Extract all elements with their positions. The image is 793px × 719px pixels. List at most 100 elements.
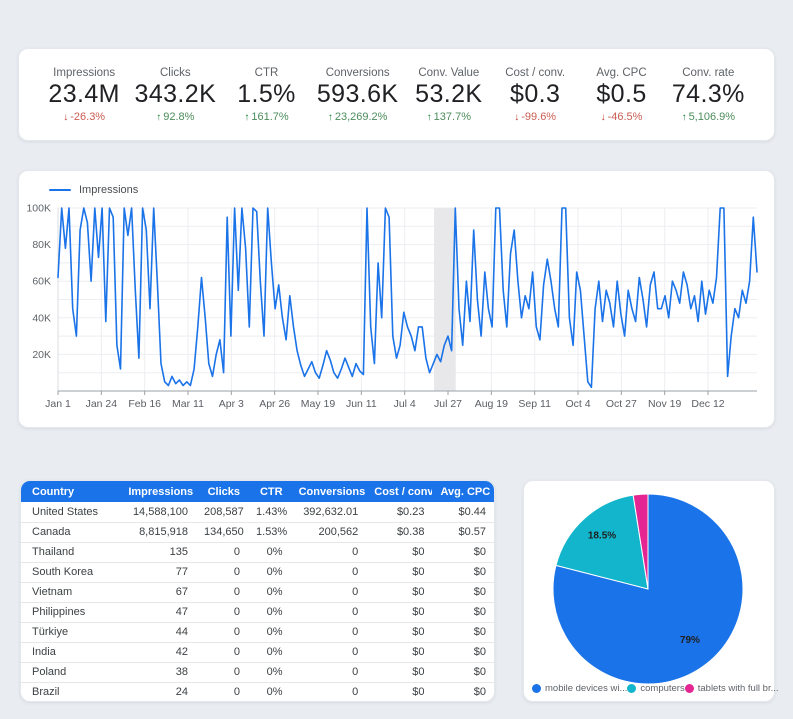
metric-cell: 0% (248, 582, 291, 602)
metric-cell: $0.23 (366, 502, 432, 522)
scorecard-clicks: Clicks343.2K↑92.8% (135, 67, 217, 123)
scorecard-avg-cpc: Avg. CPC$0.5↓-46.5% (586, 67, 658, 123)
metric-cell: $0 (366, 542, 432, 562)
table-row-t-rkiye[interactable]: Türkiye4400%0$0$0 (21, 622, 494, 642)
slice-percent-label: 18.5% (588, 530, 616, 541)
column-header-impressions[interactable]: Impressions▼ (120, 481, 196, 502)
country-cell: Brazil (21, 682, 120, 702)
scorecard-value: 343.2K (135, 80, 217, 109)
y-tick-label: 80K (32, 239, 51, 251)
country-cell: United States (21, 502, 120, 522)
pie-legend-item-mobile-devices-wi[interactable]: mobile devices wi... (532, 683, 627, 694)
metric-cell: 0% (248, 642, 291, 662)
metric-cell: $0 (432, 562, 494, 582)
metric-cell: 14,588,100 (120, 502, 196, 522)
pie-legend-label: computers (640, 683, 684, 694)
scorecard-delta-value: 92.8% (163, 111, 194, 123)
scorecard-impressions: Impressions23.4M↓-26.3% (48, 67, 120, 123)
pie-legend-label: tablets with full br... (698, 683, 779, 694)
table-row-brazil[interactable]: Brazil2400%0$0$0 (21, 682, 494, 702)
impressions-line-chart[interactable]: 20K40K60K80K100KJan 1Jan 24Feb 16Mar 11A… (19, 171, 776, 427)
metric-cell: 0 (196, 642, 248, 662)
scorecard-value: 1.5% (231, 80, 303, 109)
table-row-poland[interactable]: Poland3800%0$0$0 (21, 662, 494, 682)
table-row-vietnam[interactable]: Vietnam6700%0$0$0 (21, 582, 494, 602)
metric-cell: 1.43% (248, 502, 291, 522)
table-row-thailand[interactable]: Thailand13500%0$0$0 (21, 542, 494, 562)
metric-cell: $0 (432, 622, 494, 642)
delta-up-arrow-icon: ↑ (244, 112, 249, 123)
delta-up-arrow-icon: ↑ (427, 112, 432, 123)
device-pie-panel: 79%18.5% mobile devices wi...computersta… (523, 480, 775, 702)
metric-cell: 44 (120, 622, 196, 642)
metric-cell: $0 (432, 542, 494, 562)
table-row-canada[interactable]: Canada8,815,918134,6501.53%200,562$0.38$… (21, 522, 494, 542)
column-header-country[interactable]: Country (21, 481, 120, 502)
table-row-south-korea[interactable]: South Korea7700%0$0$0 (21, 562, 494, 582)
pie-legend-item-tablets-with-full-br[interactable]: tablets with full br... (685, 683, 779, 694)
scorecard-delta-value: 137.7% (434, 111, 471, 123)
pie-legend-item-computers[interactable]: computers (627, 683, 684, 694)
x-tick-label: Apr 3 (219, 398, 244, 410)
column-header-conversions[interactable]: Conversions (291, 481, 367, 502)
scorecard-cost-conv: Cost / conv.$0.3↓-99.6% (499, 67, 571, 123)
column-header-cost-conv[interactable]: Cost / conv. (366, 481, 432, 502)
metric-cell: 1.53% (248, 522, 291, 542)
y-axis-labels: 20K40K60K80K100K (26, 203, 51, 361)
legend-dot-icon (532, 684, 541, 693)
metric-cell: 0% (248, 602, 291, 622)
column-header-ctr[interactable]: CTR (248, 481, 291, 502)
metric-cell: $0.44 (432, 502, 494, 522)
metric-cell: 0 (196, 682, 248, 702)
country-table: CountryImpressions▼ClicksCTRConversionsC… (21, 481, 494, 702)
y-tick-label: 100K (26, 203, 51, 215)
scorecard-metric-label: Conversions (317, 67, 399, 79)
metric-cell: 0% (248, 682, 291, 702)
country-table-panel: CountryImpressions▼ClicksCTRConversionsC… (20, 480, 495, 702)
metric-cell: $0 (432, 602, 494, 622)
scorecard-value: 74.3% (672, 80, 745, 109)
table-row-united-states[interactable]: United States14,588,100208,5871.43%392,6… (21, 502, 494, 522)
country-cell: Türkiye (21, 622, 120, 642)
metric-cell: 0 (291, 662, 367, 682)
table-row-india[interactable]: India4200%0$0$0 (21, 642, 494, 662)
metric-cell: $0 (366, 622, 432, 642)
metric-cell: 8,815,918 (120, 522, 196, 542)
metric-cell: 47 (120, 602, 196, 622)
metric-cell: 38 (120, 662, 196, 682)
metric-cell: 0 (196, 582, 248, 602)
scorecard-metric-label: Impressions (48, 67, 120, 79)
metric-cell: $0 (366, 662, 432, 682)
x-tick-label: Dec 12 (691, 398, 724, 410)
metric-cell: 0% (248, 622, 291, 642)
metric-cell: $0 (432, 662, 494, 682)
x-tick-label: May 19 (301, 398, 336, 410)
pie-legend: mobile devices wi...computerstablets wit… (532, 683, 766, 694)
metric-cell: $0 (366, 562, 432, 582)
metric-cell: 134,650 (196, 522, 248, 542)
legend-dot-icon (627, 684, 636, 693)
scorecard-metric-label: Avg. CPC (586, 67, 658, 79)
pie-legend-label: mobile devices wi... (545, 683, 627, 694)
country-table-body: United States14,588,100208,5871.43%392,6… (21, 502, 494, 702)
country-cell: Thailand (21, 542, 120, 562)
scorecard-value: 23.4M (48, 80, 120, 109)
metric-cell: 77 (120, 562, 196, 582)
scorecard-delta-value: -46.5% (608, 111, 643, 123)
chart-gridlines (58, 208, 757, 391)
scorecard-delta: ↑92.8% (135, 111, 217, 123)
table-row-philippines[interactable]: Philippines4700%0$0$0 (21, 602, 494, 622)
scorecard-panel: Impressions23.4M↓-26.3%Clicks343.2K↑92.8… (18, 48, 775, 141)
country-cell: Vietnam (21, 582, 120, 602)
metric-cell: $0 (366, 602, 432, 622)
metric-cell: 0 (196, 562, 248, 582)
scorecard-delta: ↑161.7% (231, 111, 303, 123)
scorecard-delta: ↑5,106.9% (672, 111, 745, 123)
table-header-row: CountryImpressions▼ClicksCTRConversionsC… (21, 481, 494, 502)
column-header-avg-cpc[interactable]: Avg. CPC (432, 481, 494, 502)
scorecard-conversions: Conversions593.6K↑23,269.2% (317, 67, 399, 123)
x-tick-label: Aug 19 (475, 398, 508, 410)
column-header-clicks[interactable]: Clicks (196, 481, 248, 502)
device-pie-chart[interactable]: 79%18.5% (524, 481, 776, 689)
impressions-series-line[interactable] (58, 208, 757, 387)
